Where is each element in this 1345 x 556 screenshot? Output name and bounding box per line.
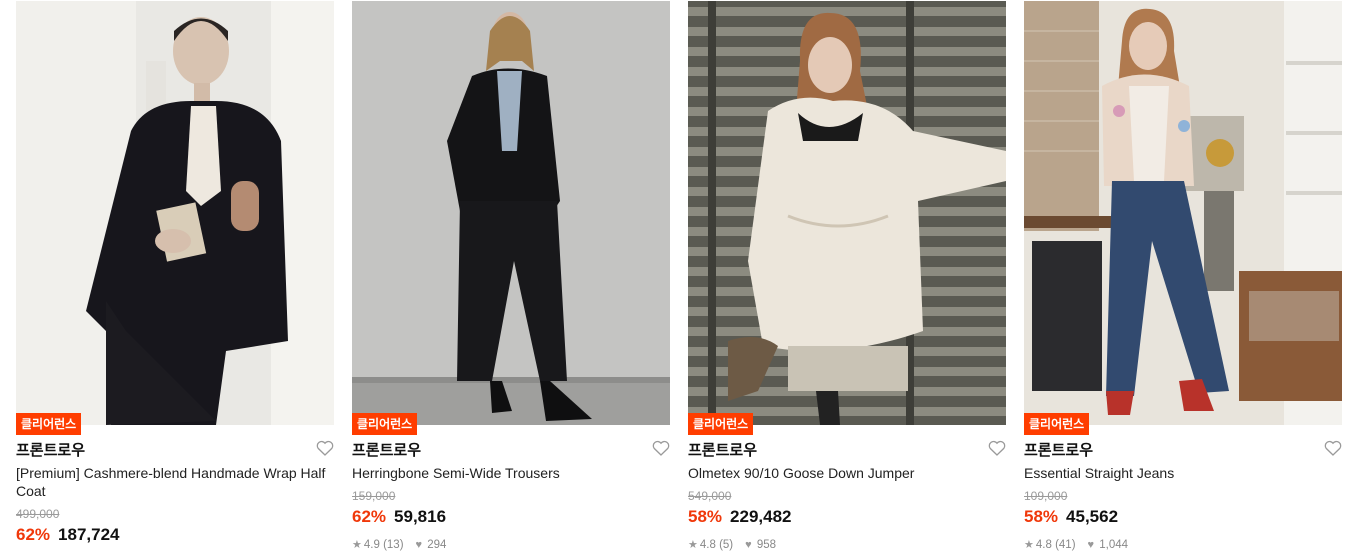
discount-rate: 58% — [688, 507, 723, 526]
clearance-badge: 클리어런스 — [352, 413, 418, 435]
rating: 4.9 — [363, 539, 380, 551]
product-image[interactable] — [16, 1, 334, 425]
discount-rate: 62% — [352, 507, 387, 526]
star-icon: ★ — [352, 539, 362, 551]
discount-rate: 58% — [1024, 507, 1059, 526]
review-count: (13) — [383, 539, 404, 551]
product-title[interactable]: Olmetex 90/10 Goose Down Jumper — [688, 464, 1006, 482]
original-price: 159,000 — [352, 489, 396, 503]
price-row: 58% 229,482 — [688, 507, 791, 527]
review-count: (5) — [719, 539, 734, 551]
brand-name[interactable]: 프론트로우 — [688, 439, 757, 460]
product-card[interactable]: 클리어런스 프론트로우 Herringbone Semi-Wide Trouse… — [352, 0, 670, 556]
product-image[interactable] — [688, 1, 1006, 425]
price-row: 62% 187,724 — [16, 525, 119, 545]
original-price: 109,000 — [1024, 489, 1068, 503]
brand-name[interactable]: 프론트로우 — [16, 439, 85, 460]
rating: 4.8 — [699, 539, 716, 551]
product-stats: ★ 4.9 (13) ♥ 294 — [352, 538, 446, 551]
discount-rate: 62% — [16, 525, 51, 544]
sale-price: 45,562 — [1066, 507, 1119, 526]
brand-name[interactable]: 프론트로우 — [1024, 439, 1093, 460]
brand-name[interactable]: 프론트로우 — [352, 439, 421, 460]
original-price: 499,000 — [16, 507, 60, 521]
heart-filled-icon: ♥ — [745, 539, 752, 551]
heart-filled-icon: ♥ — [1087, 539, 1095, 551]
product-grid: 클리어런스 프론트로우 [Premium] Cashmere-blend Han… — [0, 0, 1345, 556]
like-count: 294 — [427, 539, 447, 551]
product-stats: ★ 4.8 (5) ♥ 958 — [688, 538, 776, 551]
sale-price: 187,724 — [58, 525, 120, 544]
product-title[interactable]: Herringbone Semi-Wide Trousers — [352, 464, 670, 482]
product-stats: ★ 4.8 (41) ♥ 1,044 — [1024, 538, 1128, 551]
sale-price: 59,816 — [394, 507, 447, 526]
product-card[interactable]: 클리어런스 프론트로우 Essential Straight Jeans 109… — [1024, 0, 1342, 556]
like-count: 1,044 — [1099, 539, 1129, 551]
clearance-badge: 클리어런스 — [16, 413, 82, 435]
clearance-badge: 클리어런스 — [1024, 413, 1090, 435]
product-card[interactable]: 클리어런스 프론트로우 Olmetex 90/10 Goose Down Jum… — [688, 0, 1006, 556]
product-image[interactable] — [352, 1, 670, 425]
heart-filled-icon: ♥ — [415, 539, 423, 551]
product-title[interactable]: [Premium] Cashmere-blend Handmade Wrap H… — [16, 464, 334, 500]
sale-price: 229,482 — [730, 507, 792, 526]
review-count: (41) — [1055, 539, 1076, 551]
like-count: 958 — [756, 539, 777, 551]
price-row: 58% 45,562 — [1024, 507, 1118, 527]
star-icon: ★ — [688, 539, 698, 551]
product-card[interactable]: 클리어런스 프론트로우 [Premium] Cashmere-blend Han… — [16, 0, 334, 556]
original-price: 549,000 — [688, 489, 732, 503]
product-image[interactable] — [1024, 1, 1342, 425]
product-title[interactable]: Essential Straight Jeans — [1024, 464, 1342, 482]
heart-outline-icon[interactable] — [316, 440, 334, 456]
clearance-badge: 클리어런스 — [688, 413, 754, 435]
heart-outline-icon[interactable] — [652, 440, 670, 456]
price-row: 62% 59,816 — [352, 507, 446, 527]
star-icon: ★ — [1024, 539, 1034, 551]
heart-outline-icon[interactable] — [1324, 440, 1342, 456]
heart-outline-icon[interactable] — [988, 440, 1006, 456]
rating: 4.8 — [1035, 539, 1052, 551]
